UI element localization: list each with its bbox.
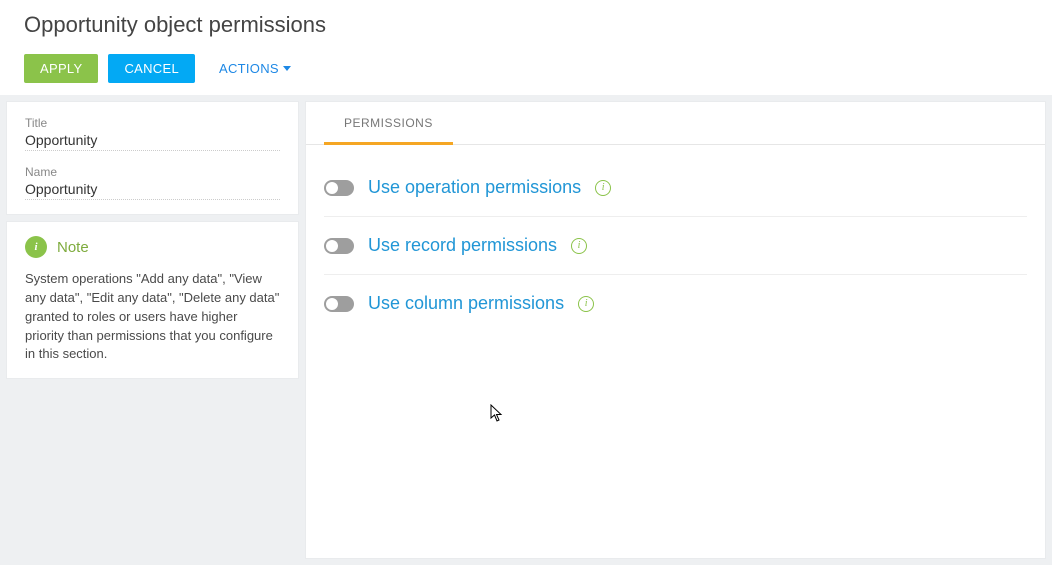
action-bar: APPLY CANCEL ACTIONS <box>24 54 1028 83</box>
title-input[interactable]: Opportunity <box>25 132 280 151</box>
permission-label[interactable]: Use column permissions <box>368 293 564 314</box>
chevron-down-icon <box>283 66 291 71</box>
info-icon: i <box>25 236 47 258</box>
info-icon[interactable]: i <box>571 238 587 254</box>
main-panel: PERMISSIONS Use operation permissions i … <box>305 101 1046 559</box>
tabs: PERMISSIONS <box>306 102 1045 145</box>
permission-row-operation: Use operation permissions i <box>324 159 1027 217</box>
permission-label[interactable]: Use record permissions <box>368 235 557 256</box>
info-icon[interactable]: i <box>595 180 611 196</box>
field-label: Title <box>25 116 280 130</box>
name-input[interactable]: Opportunity <box>25 181 280 200</box>
page-title: Opportunity object permissions <box>24 12 1028 38</box>
cancel-button[interactable]: CANCEL <box>108 54 195 83</box>
fields-card: Title Opportunity Name Opportunity <box>6 101 299 215</box>
permission-row-column: Use column permissions i <box>324 275 1027 332</box>
toggle-column-permissions[interactable] <box>324 296 354 312</box>
actions-dropdown[interactable]: ACTIONS <box>219 61 291 76</box>
toggle-record-permissions[interactable] <box>324 238 354 254</box>
note-body: System operations "Add any data", "View … <box>25 270 280 364</box>
side-panel: Title Opportunity Name Opportunity i Not… <box>6 101 299 559</box>
permissions-list: Use operation permissions i Use record p… <box>306 145 1045 332</box>
permission-label[interactable]: Use operation permissions <box>368 177 581 198</box>
actions-label: ACTIONS <box>219 61 279 76</box>
note-heading: Note <box>57 239 89 256</box>
permission-row-record: Use record permissions i <box>324 217 1027 275</box>
info-icon[interactable]: i <box>578 296 594 312</box>
apply-button[interactable]: APPLY <box>24 54 98 83</box>
toggle-operation-permissions[interactable] <box>324 180 354 196</box>
field-name: Name Opportunity <box>25 165 280 200</box>
field-label: Name <box>25 165 280 179</box>
field-title: Title Opportunity <box>25 116 280 151</box>
note-card: i Note System operations "Add any data",… <box>6 221 299 379</box>
tab-permissions[interactable]: PERMISSIONS <box>324 102 453 145</box>
